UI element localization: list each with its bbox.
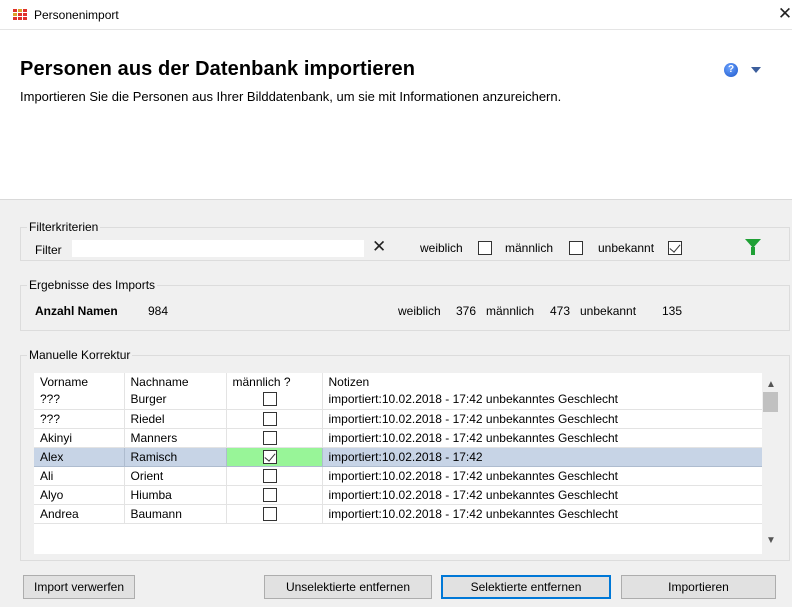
filter-label: Filter	[35, 243, 62, 257]
column-header-maennlich[interactable]: männlich ?	[226, 373, 323, 390]
weiblich-result-value: 376	[456, 304, 477, 318]
maennlich-label: männlich	[505, 241, 554, 255]
column-header-nachname[interactable]: Nachname	[124, 373, 227, 390]
page-title: Personen aus der Datenbank importieren	[20, 58, 416, 80]
cell-maennlich	[226, 485, 323, 505]
cell-maennlich	[226, 428, 323, 448]
clear-filter-icon[interactable]: ✕	[372, 238, 386, 255]
unbekannt-result-value: 135	[662, 304, 683, 318]
cell-vorname: Alex	[34, 447, 125, 467]
chevron-down-icon[interactable]	[751, 67, 761, 73]
manual-legend: Manuelle Korrektur	[27, 348, 133, 362]
table-row[interactable]: Akinyi Manners importiert:10.02.2018 - 17:…	[34, 428, 763, 448]
table-row[interactable]: ??? Burger importiert:10.02.2018 - 17:42 u…	[34, 390, 763, 410]
weiblich-label: weiblich	[420, 241, 463, 255]
cell-maennlich	[226, 390, 323, 410]
cell-nachname: Ramisch	[124, 447, 227, 467]
unbekannt-label: unbekannt	[598, 241, 655, 255]
filter-input[interactable]	[72, 240, 364, 257]
cell-nachname: Baumann	[124, 504, 227, 524]
cell-nachname: Hiumba	[124, 485, 227, 505]
weiblich-result-label: weiblich	[398, 304, 441, 318]
column-header-notizen[interactable]: Notizen	[322, 373, 763, 390]
maennlich-row-checkbox[interactable]	[262, 487, 277, 502]
count-value: 984	[148, 304, 169, 318]
title-bar: Personenimport ✕	[0, 0, 792, 30]
persons-table: Vorname Nachname männlich ? Notizen ??? B…	[34, 373, 779, 554]
unbekannt-result-label: unbekannt	[580, 304, 637, 318]
cell-notizen: importiert:10.02.2018 - 17:42 unbekannte…	[322, 466, 763, 486]
weiblich-checkbox[interactable]	[478, 241, 492, 255]
maennlich-row-checkbox[interactable]	[262, 411, 277, 426]
funnel-stem	[751, 247, 755, 255]
help-circle-icon[interactable]: ?	[724, 63, 738, 77]
import-button[interactable]: Importieren	[621, 575, 776, 599]
remove-selected-button[interactable]: Selektierte entfernen	[441, 575, 611, 599]
cell-notizen: importiert:10.02.2018 - 17:42 unbekannte…	[322, 409, 763, 429]
cell-notizen: importiert:10.02.2018 - 17:42 unbekannte…	[322, 485, 763, 505]
cell-notizen: importiert:10.02.2018 - 17:42 unbekannte…	[322, 390, 763, 410]
maennlich-row-checkbox[interactable]	[262, 392, 277, 406]
discard-import-button[interactable]: Import verwerfen	[23, 575, 135, 599]
window-title: Personenimport	[34, 8, 119, 22]
table-row[interactable]: Alex Ramisch importiert:10.02.2018 - 17:42	[34, 447, 763, 467]
close-icon[interactable]: ✕	[777, 4, 792, 24]
cell-nachname: Orient	[124, 466, 227, 486]
cell-maennlich	[226, 409, 323, 429]
table-row[interactable]: ??? Riedel importiert:10.02.2018 - 17:42 u…	[34, 409, 763, 429]
table-row[interactable]: Ali Orient importiert:10.02.2018 - 17:42 u…	[34, 466, 763, 486]
grid-dots-icon	[13, 9, 27, 21]
maennlich-row-checkbox[interactable]	[262, 449, 277, 464]
cell-vorname: Akinyi	[34, 428, 125, 448]
cell-nachname: Riedel	[124, 409, 227, 429]
unbekannt-checkbox[interactable]	[668, 241, 682, 255]
cell-notizen: importiert:10.02.2018 - 17:42 unbekannte…	[322, 428, 763, 448]
cell-vorname: Ali	[34, 466, 125, 486]
cell-notizen: importiert:10.02.2018 - 17:42 unbekannte…	[322, 504, 763, 524]
maennlich-result-label: männlich	[486, 304, 535, 318]
cell-nachname: Manners	[124, 428, 227, 448]
cell-maennlich	[226, 466, 323, 486]
scroll-thumb[interactable]	[763, 392, 778, 412]
cell-notizen: importiert:10.02.2018 - 17:42	[322, 447, 763, 467]
table-row[interactable]: Andrea Baumann importiert:10.02.2018 - 17:…	[34, 504, 763, 524]
filter-legend: Filterkriterien	[27, 220, 101, 234]
maennlich-row-checkbox[interactable]	[262, 468, 277, 483]
table-header-row: Vorname Nachname männlich ? Notizen	[34, 373, 763, 390]
table-row[interactable]: Alyo Hiumba importiert:10.02.2018 - 17:42 …	[34, 485, 763, 505]
cell-vorname: ???	[34, 390, 125, 410]
maennlich-row-checkbox[interactable]	[262, 506, 277, 521]
cell-nachname: Burger	[124, 390, 227, 410]
cell-vorname: Alyo	[34, 485, 125, 505]
cell-vorname: ???	[34, 409, 125, 429]
table-scrollbar[interactable]: ▲ ▼	[762, 373, 779, 554]
maennlich-checkbox[interactable]	[569, 241, 583, 255]
maennlich-result-value: 473	[550, 304, 571, 318]
count-label: Anzahl Namen	[35, 304, 118, 318]
results-legend: Ergebnisse des Imports	[27, 278, 158, 292]
page-subtitle: Importieren Sie die Personen aus Ihrer B…	[20, 89, 562, 104]
cell-maennlich	[226, 504, 323, 524]
cell-vorname: Andrea	[34, 504, 125, 524]
scroll-down-icon[interactable]: ▼	[766, 535, 776, 546]
cell-maennlich	[226, 447, 323, 467]
maennlich-row-checkbox[interactable]	[262, 430, 277, 445]
remove-unselected-button[interactable]: Unselektierte entfernen	[264, 575, 432, 599]
header-panel	[0, 31, 792, 199]
column-header-vorname[interactable]: Vorname	[34, 373, 125, 390]
scroll-up-icon[interactable]: ▲	[766, 379, 776, 390]
